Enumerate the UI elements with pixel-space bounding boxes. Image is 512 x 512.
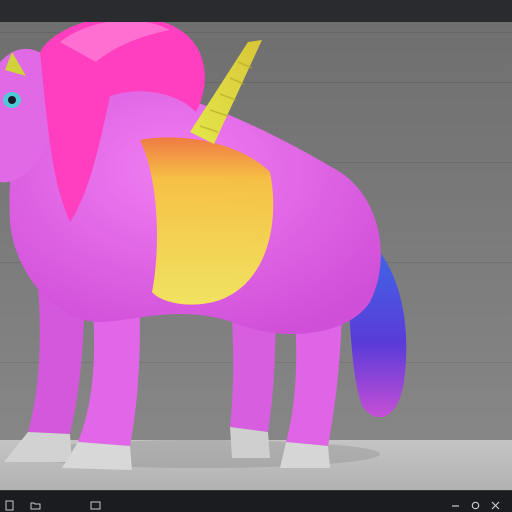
image-viewport[interactable] <box>0 22 512 490</box>
folder-icon[interactable] <box>30 496 41 510</box>
hoof-3 <box>230 427 270 458</box>
page-icon[interactable] <box>90 496 101 510</box>
minus-icon[interactable] <box>450 496 461 507</box>
eye-pupil <box>8 96 16 104</box>
hoof-4 <box>280 442 330 468</box>
app-window <box>0 0 512 512</box>
viewport-canvas <box>0 22 512 490</box>
bottom-toolbar <box>0 490 512 512</box>
title-bar <box>0 0 512 23</box>
close-icon[interactable] <box>490 496 501 510</box>
settings-icon[interactable] <box>470 496 481 510</box>
file-icon[interactable] <box>4 496 15 511</box>
